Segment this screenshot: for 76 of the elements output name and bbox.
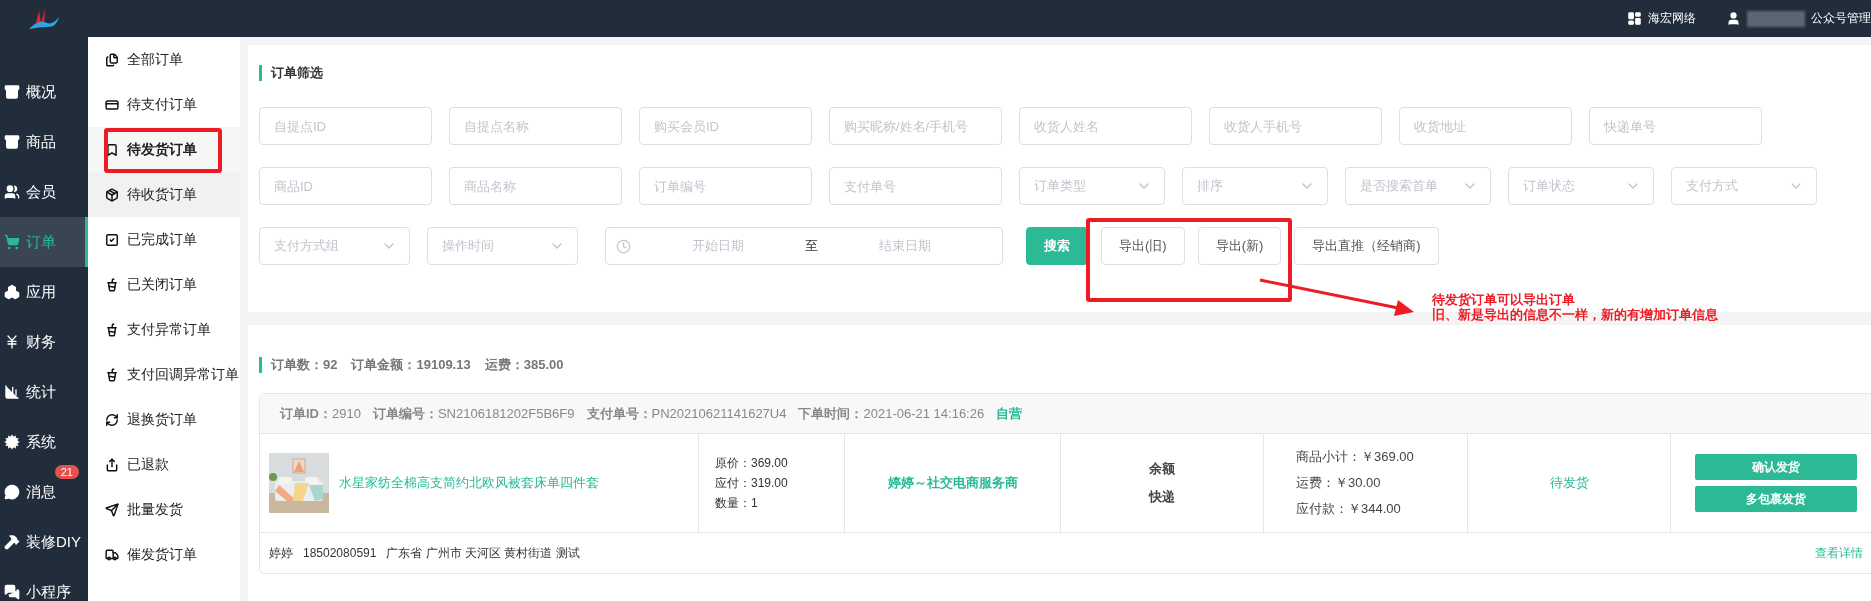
sidebar-item[interactable]: 会员 xyxy=(0,167,88,217)
input-field[interactable]: 收货地址 xyxy=(1399,107,1572,145)
input-field[interactable]: 自提点名称 xyxy=(449,107,622,145)
summary-stat: 订单金额：19109.13 xyxy=(351,357,471,373)
package-icon xyxy=(105,187,119,202)
export-button[interactable]: 导出(旧) xyxy=(1101,227,1185,265)
input-field[interactable]: 收货人手机号 xyxy=(1209,107,1382,145)
annotation-note: 待发货订单可以导出订单 旧、新是导出的信息不一样，新的有增加订单信息 xyxy=(1432,292,1718,322)
sidebar-item[interactable]: 消息 21 xyxy=(0,467,88,517)
cart-icon xyxy=(4,234,20,250)
archive-icon xyxy=(4,134,20,150)
payment-info: 余额 xyxy=(1149,460,1175,478)
card-icon xyxy=(105,97,119,112)
shipping-address: 婷婷 18502080591 广东省 广州市 天河区 黄村街道 测试 xyxy=(269,544,580,562)
dashboard-icon xyxy=(1627,11,1642,26)
cup-icon xyxy=(105,277,119,292)
input-field[interactable]: 商品名称 xyxy=(449,167,622,205)
truck-icon xyxy=(105,547,119,562)
bookmark-icon xyxy=(105,142,119,157)
total-line: 应付款：￥344.00 xyxy=(1296,500,1401,518)
input-field[interactable]: 自提点ID xyxy=(259,107,432,145)
summary-stat: 订单数：92 xyxy=(271,357,338,373)
clock-icon xyxy=(616,238,631,254)
archive-icon xyxy=(4,84,20,100)
total-line: 商品小计：￥369.00 xyxy=(1296,448,1414,466)
chat-icon xyxy=(4,484,20,500)
input-field[interactable]: 购买会员ID xyxy=(639,107,812,145)
merchant-name: 婷婷～社交电商服务商 xyxy=(887,474,1018,492)
order-meta: 下单时间：2021-06-21 14:16:26 xyxy=(798,404,985,423)
summary-stat: 运费：385.00 xyxy=(484,357,564,373)
cup-icon xyxy=(105,322,119,337)
yen-icon xyxy=(4,334,20,350)
price-line: 原价：369.00 xyxy=(715,455,788,472)
order-tag: 自营 xyxy=(996,404,1023,423)
cup-icon xyxy=(105,367,119,382)
send-icon xyxy=(105,502,119,517)
hammer-icon xyxy=(4,534,20,550)
refresh-icon xyxy=(105,412,119,427)
price-line: 应付：319.00 xyxy=(715,475,788,492)
order-meta: 订单编号：SN2106181202F5B6F9 xyxy=(372,404,575,423)
sidebar-item[interactable]: 装修DIY xyxy=(0,517,88,567)
order-meta: 支付单号：PN20210621141627U4 xyxy=(586,404,787,423)
files-icon xyxy=(105,52,119,67)
section-title: 订单筛选 xyxy=(259,65,1871,81)
check-square-icon xyxy=(105,232,119,247)
sidebar-item[interactable]: 订单 xyxy=(0,217,88,267)
sidebar-item[interactable]: 财务 xyxy=(0,317,88,367)
input-field[interactable]: 快递单号 xyxy=(1589,107,1762,145)
sidebar-item[interactable]: 小程序 xyxy=(0,567,88,601)
order-status: 待发货 xyxy=(1549,474,1589,492)
user-name[interactable]: 公众号管理 xyxy=(1811,10,1871,27)
share-icon xyxy=(105,457,119,472)
order-meta: 订单ID：2910 xyxy=(280,404,361,423)
user-icon xyxy=(1726,11,1741,26)
input-field[interactable]: 收货人姓名 xyxy=(1019,107,1192,145)
payment-info: 快递 xyxy=(1149,488,1175,506)
price-line: 数量：1 xyxy=(715,495,758,512)
chat-icon xyxy=(4,584,20,600)
date-range-field[interactable]: 开始日期 至 结束日期 xyxy=(605,227,1003,265)
sidebar-item[interactable]: 统计 xyxy=(0,367,88,417)
sidebar-item[interactable]: 概况 xyxy=(0,67,88,117)
submenu-item[interactable]: 待收货订单 xyxy=(88,172,240,217)
sidebar-item[interactable]: 应用 xyxy=(0,267,88,317)
export-button[interactable]: 导出(新) xyxy=(1197,227,1282,265)
org-name[interactable]: 海宏网络 xyxy=(1648,10,1696,27)
redacted-block xyxy=(1747,10,1805,27)
export-button[interactable]: 导出直推（经销商) xyxy=(1294,227,1439,265)
input-field[interactable]: 商品ID xyxy=(259,167,432,205)
users-icon xyxy=(4,184,20,200)
total-line: 运费：￥30.00 xyxy=(1296,474,1381,492)
input-field[interactable]: 支付单号 xyxy=(829,167,1002,205)
sidebar-item[interactable]: 系统 xyxy=(0,417,88,467)
input-field[interactable]: 购买昵称/姓名/手机号 xyxy=(829,107,1002,145)
count-badge: 21 xyxy=(54,465,79,479)
input-field[interactable]: 订单编号 xyxy=(639,167,812,205)
sidebar-item[interactable]: 商品 xyxy=(0,117,88,167)
